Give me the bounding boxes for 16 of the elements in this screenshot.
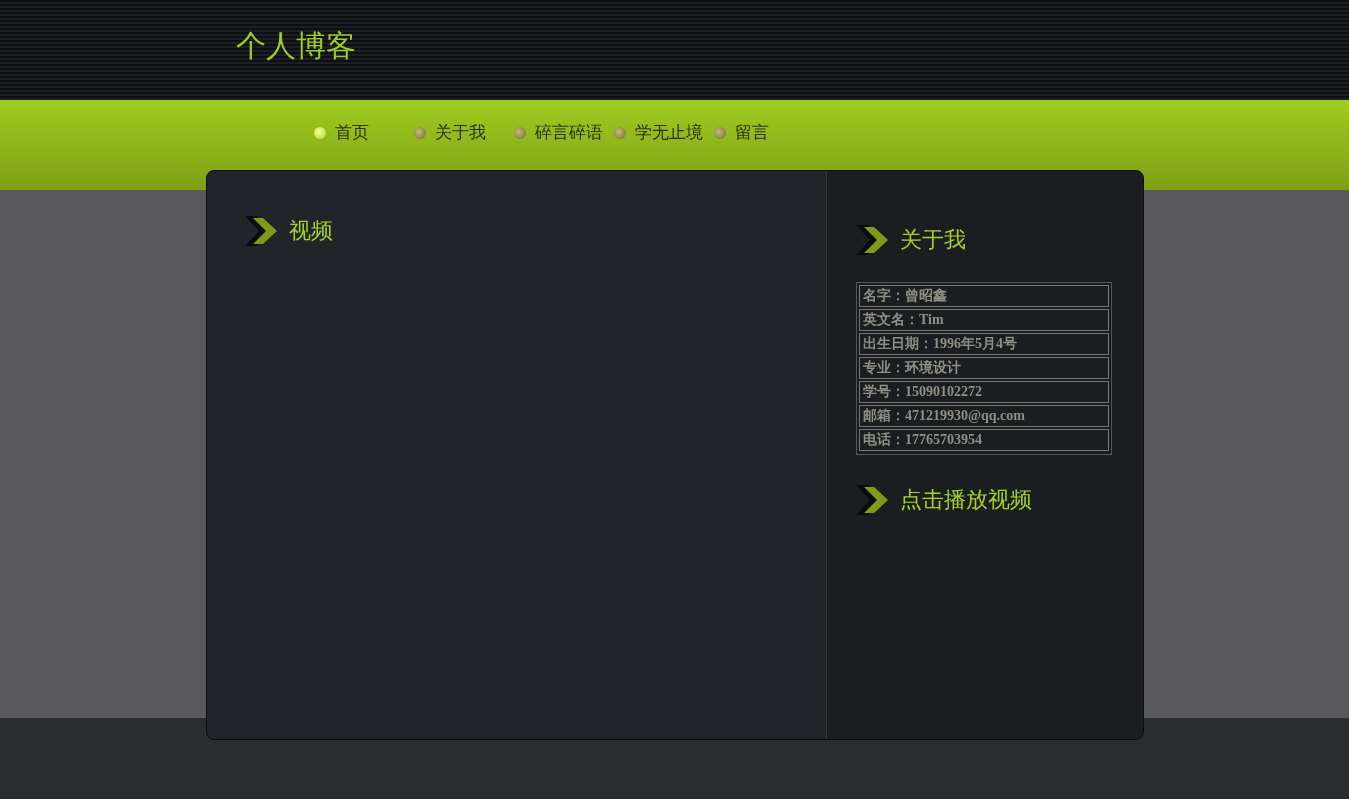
- table-cell: 出生日期：1996年5月4号: [859, 333, 1109, 355]
- nav-link[interactable]: 碎言碎语: [514, 121, 614, 144]
- table-cell: 专业：环境设计: [859, 357, 1109, 379]
- site-title: 个人博客: [236, 28, 356, 63]
- nav-link[interactable]: 留言: [714, 121, 814, 144]
- nav-link[interactable]: 学无止境: [614, 121, 714, 144]
- section-heading: 关于我: [900, 226, 966, 254]
- table-cell: 学号：15090102272: [859, 381, 1109, 403]
- table-cell: 邮箱：471219930@qq.com: [859, 405, 1109, 427]
- nav-link[interactable]: 首页: [314, 121, 414, 144]
- section-heading: 点击播放视频: [900, 486, 1032, 514]
- table-cell: 电话：17765703954: [859, 429, 1109, 451]
- table-cell: 英文名：Tim: [859, 309, 1109, 331]
- nav-link[interactable]: 关于我: [414, 121, 514, 144]
- table-cell: 名字：曾昭鑫: [859, 285, 1109, 307]
- section-heading: 视频: [289, 217, 333, 245]
